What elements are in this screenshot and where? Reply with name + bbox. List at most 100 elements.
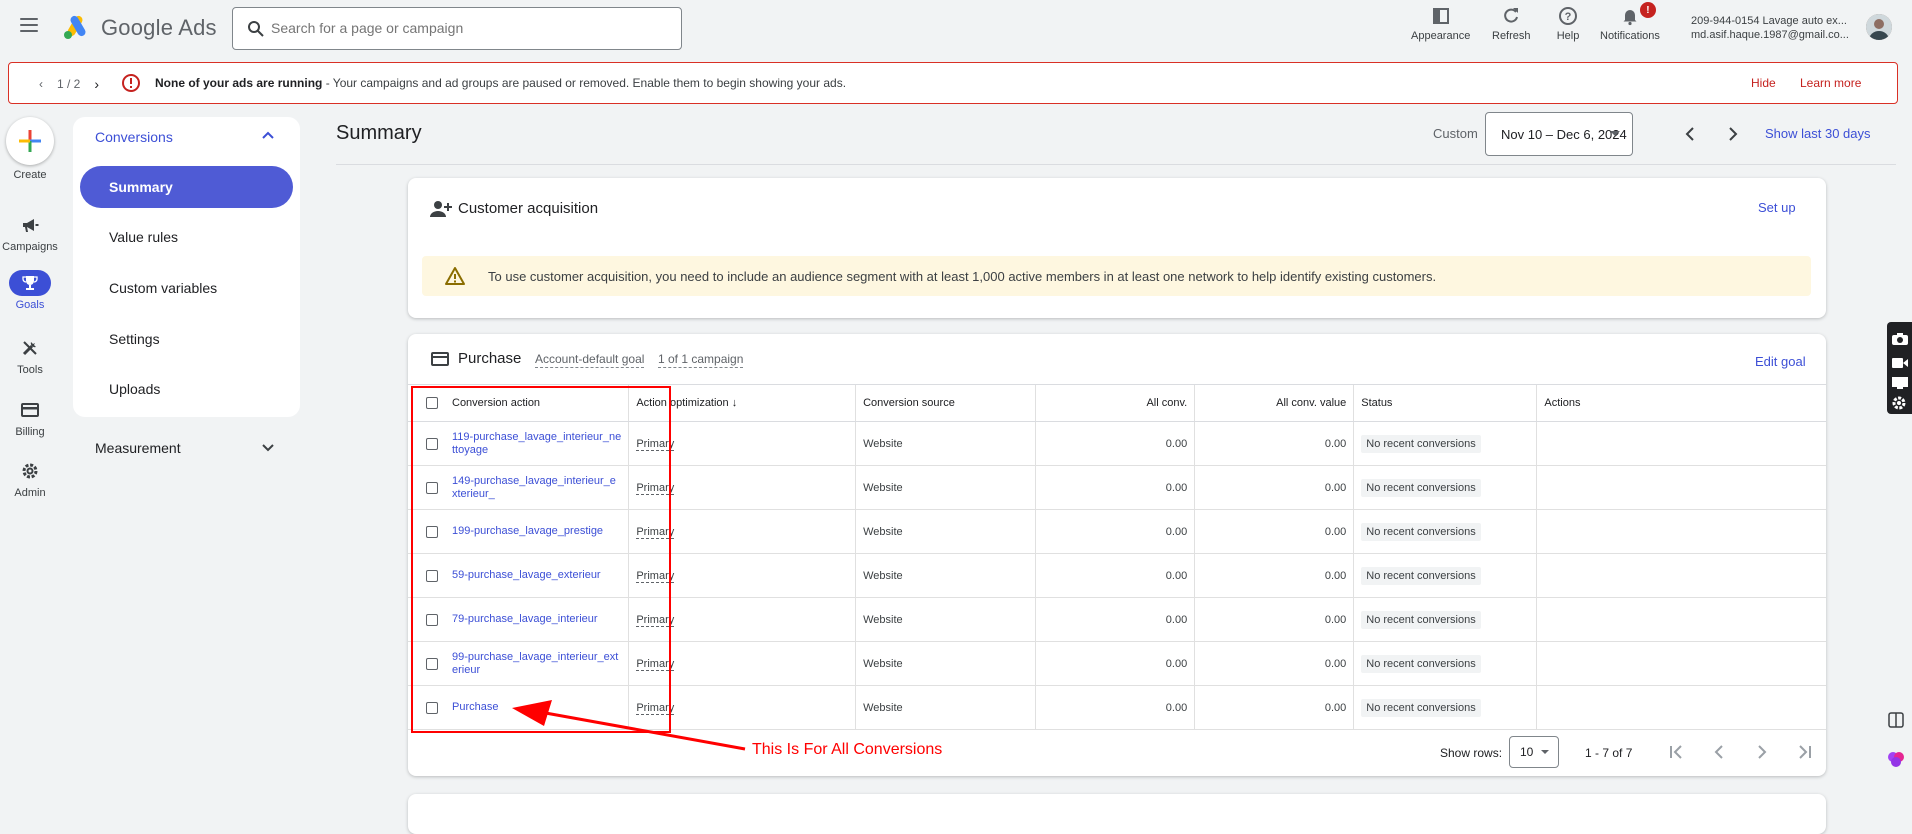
actions-cell	[1536, 509, 1826, 554]
status-badge: No recent conversions	[1361, 434, 1481, 453]
set-up-link[interactable]: Set up	[1758, 200, 1796, 215]
next-period-icon[interactable]	[1723, 124, 1743, 144]
rows-per-page-value: 10	[1520, 745, 1534, 759]
rail-admin-label: Admin	[14, 487, 46, 499]
next-goal-card	[408, 794, 1826, 834]
status-badge: No recent conversions	[1361, 698, 1481, 717]
book-icon[interactable]	[1886, 710, 1906, 730]
help-button[interactable]: ? Help	[1556, 4, 1580, 42]
account-default-goal-tag[interactable]: Account-default goal	[535, 352, 645, 368]
next-page-icon[interactable]	[1752, 742, 1772, 762]
last-page-icon[interactable]	[1795, 742, 1815, 762]
pager-text: 1 / 2	[57, 77, 81, 91]
alert-icon	[122, 74, 140, 92]
customer-acquisition-title: Customer acquisition	[458, 200, 599, 217]
source-cell: Website	[855, 685, 1036, 730]
gear-icon[interactable]	[1891, 395, 1907, 411]
all-conv-value-cell: 0.00	[1194, 465, 1354, 510]
google-ads-logo[interactable]	[62, 14, 90, 40]
actions-cell	[1536, 597, 1826, 642]
rail-billing-label: Billing	[15, 426, 45, 438]
source-cell: Website	[855, 641, 1036, 686]
rail-tools[interactable]: Tools	[0, 335, 60, 376]
account-email: md.asif.haque.1987@gmail.co...	[1691, 29, 1849, 41]
avatar[interactable]	[1866, 14, 1892, 40]
nav-item-uploads[interactable]: Uploads	[80, 368, 293, 410]
person-add-icon	[430, 201, 452, 217]
rail-tools-label: Tools	[17, 364, 43, 376]
nav-item-value-rules[interactable]: Value rules	[80, 216, 293, 258]
search-icon	[248, 21, 264, 37]
banner-message-bold: None of your ads are running	[155, 76, 323, 90]
all-conv-value-cell: 0.00	[1194, 553, 1354, 598]
menu-icon[interactable]	[20, 18, 38, 32]
col-actions: Actions	[1536, 384, 1826, 422]
camera-icon[interactable]	[1891, 332, 1909, 346]
nav-measurement[interactable]: Measurement	[95, 440, 181, 456]
status-cell: No recent conversions	[1353, 465, 1537, 510]
page-title: Summary	[336, 122, 422, 144]
status-cell: No recent conversions	[1353, 641, 1537, 686]
refresh-button[interactable]: Refresh	[1492, 4, 1531, 42]
banner-pager: ‹ 1 / 2 ›	[39, 76, 99, 92]
nav-item-settings[interactable]: Settings	[80, 318, 293, 360]
rail-admin[interactable]: Admin	[0, 458, 60, 499]
search-input[interactable]	[271, 20, 661, 36]
nav-header-conversions[interactable]: Conversions	[95, 129, 173, 145]
appearance-button[interactable]: Appearance	[1411, 4, 1470, 42]
source-cell: Website	[855, 465, 1036, 510]
source-cell: Website	[855, 597, 1036, 642]
learn-more-link[interactable]: Learn more	[1800, 76, 1861, 90]
nav-item-custom-variables[interactable]: Custom variables	[80, 267, 293, 309]
rail-goals[interactable]: Goals	[0, 270, 60, 311]
search-box[interactable]	[232, 7, 682, 50]
campaign-count-tag[interactable]: 1 of 1 campaign	[658, 352, 744, 368]
video-camera-icon[interactable]	[1891, 356, 1909, 370]
source-cell: Website	[855, 509, 1036, 554]
prev-page-icon[interactable]	[1709, 742, 1729, 762]
rail-campaigns[interactable]: Campaigns	[0, 212, 60, 253]
prev-period-icon[interactable]	[1680, 124, 1700, 144]
edit-goal-link[interactable]: Edit goal	[1755, 354, 1806, 369]
source-cell: Website	[855, 421, 1036, 466]
megaphone-icon	[9, 212, 51, 238]
prev-alert-icon[interactable]: ‹	[39, 77, 43, 91]
status-badge: No recent conversions	[1361, 522, 1481, 541]
sort-arrow-icon: ↓	[731, 397, 738, 409]
next-alert-icon[interactable]: ›	[94, 76, 99, 92]
rail-create[interactable]: Create	[0, 117, 60, 181]
dropdown-arrow-icon	[1610, 131, 1620, 136]
actions-cell	[1536, 553, 1826, 598]
all-conv-cell: 0.00	[1035, 509, 1195, 554]
brain-icon[interactable]	[1886, 749, 1906, 769]
banner-message: None of your ads are running - Your camp…	[155, 76, 846, 90]
col-all-conv[interactable]: All conv.	[1035, 384, 1195, 422]
status-badge: No recent conversions	[1361, 610, 1481, 629]
notifications-button[interactable]: ! Notifications	[1600, 2, 1660, 42]
first-page-icon[interactable]	[1666, 742, 1686, 762]
col-status[interactable]: Status	[1353, 384, 1537, 422]
brand-name: Google Ads	[101, 15, 217, 40]
rows-per-page-select[interactable]: 10	[1509, 736, 1559, 768]
all-conv-value-cell: 0.00	[1194, 641, 1354, 686]
nav-item-summary[interactable]: Summary	[80, 166, 293, 208]
account-info[interactable]: 209-944-0154 Lavage auto ex... md.asif.h…	[1691, 14, 1849, 42]
actions-cell	[1536, 465, 1826, 510]
alert-banner: ‹ 1 / 2 › None of your ads are running -…	[8, 62, 1898, 104]
account-name: 209-944-0154 Lavage auto ex...	[1691, 15, 1847, 27]
col-conversion-source[interactable]: Conversion source	[855, 384, 1036, 422]
date-range-picker[interactable]: Nov 10 – Dec 6, 2024	[1485, 112, 1633, 156]
all-conv-cell: 0.00	[1035, 421, 1195, 466]
col-all-conv-value[interactable]: All conv. value	[1194, 384, 1354, 422]
rail-billing[interactable]: Billing	[0, 397, 60, 438]
all-conv-cell: 0.00	[1035, 597, 1195, 642]
appearance-icon	[1429, 4, 1453, 28]
chevron-up-icon[interactable]	[261, 129, 275, 143]
hide-link[interactable]: Hide	[1751, 76, 1776, 90]
show-last-30-days-link[interactable]: Show last 30 days	[1765, 126, 1871, 141]
chevron-down-icon[interactable]	[261, 440, 275, 454]
screen-icon[interactable]	[1891, 376, 1909, 390]
header-divider	[336, 164, 1896, 165]
purchase-title: Purchase	[458, 350, 522, 367]
rail-create-label: Create	[13, 169, 47, 181]
